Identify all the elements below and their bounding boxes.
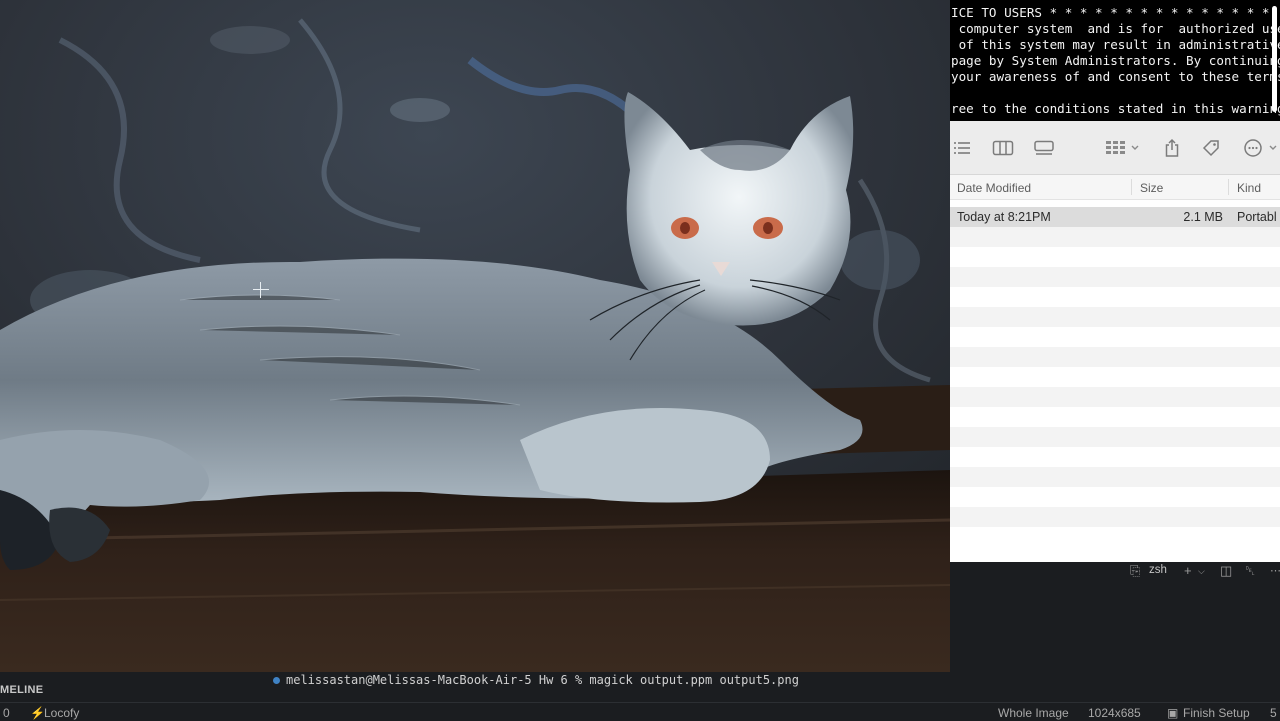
share-icon[interactable] (1162, 138, 1182, 158)
empty-row (950, 447, 1280, 467)
empty-row (950, 227, 1280, 247)
image-dimensions: 1024x685 (1088, 706, 1141, 720)
empty-row (950, 287, 1280, 307)
status-item-cutoff[interactable]: 5 (1270, 706, 1277, 720)
gallery-view-icon[interactable] (1033, 138, 1055, 158)
notice-line: page by System Administrators. By contin… (951, 53, 1280, 68)
empty-row (950, 347, 1280, 367)
empty-row (950, 387, 1280, 407)
column-view-icon[interactable] (992, 138, 1014, 158)
notice-line: ICE TO USERS * * * * * * * * * * * * * *… (951, 5, 1270, 20)
empty-row (950, 507, 1280, 527)
empty-row (950, 427, 1280, 447)
terminal-icon: ⎘ (1130, 563, 1141, 578)
empty-row (950, 247, 1280, 267)
empty-row (950, 407, 1280, 427)
empty-row (950, 527, 1280, 547)
finder-window: Date Modified Size Kind Today at 8:21PM … (950, 121, 1280, 562)
notice-line: your awareness of and consent to these t… (951, 69, 1280, 84)
file-kind: Portabl (1237, 210, 1277, 224)
empty-row (950, 327, 1280, 347)
column-header: Date Modified Size Kind (950, 175, 1280, 200)
column-size[interactable]: Size (1140, 181, 1163, 195)
list-view-icon[interactable] (952, 138, 972, 158)
empty-row (950, 267, 1280, 287)
scrollbar[interactable] (1272, 6, 1277, 112)
group-icon[interactable] (1105, 138, 1141, 158)
more-icon[interactable] (1243, 138, 1279, 158)
zoom-mode[interactable]: Whole Image (998, 706, 1069, 720)
column-date-modified[interactable]: Date Modified (957, 181, 1031, 195)
terminal-tab-label[interactable]: zsh (1149, 564, 1167, 576)
empty-row (950, 367, 1280, 387)
notice-line: of this system may result in administrat… (951, 37, 1280, 52)
empty-row (950, 467, 1280, 487)
chevron-down-icon[interactable]: ⌵ (1198, 566, 1205, 577)
inverted-cat-image (0, 0, 950, 672)
column-kind[interactable]: Kind (1237, 181, 1261, 195)
file-list: Today at 8:21PM 2.1 MB Portabl (950, 207, 1280, 547)
empty-row (950, 307, 1280, 327)
setup-icon: ▣ (1167, 706, 1179, 720)
sidebar-timeline-section[interactable]: MELINE (0, 684, 270, 700)
more-actions-icon[interactable]: ⋯ (1270, 564, 1280, 577)
terminal-command: melissastan@Melissas-MacBook-Air-5 Hw 6 … (286, 673, 799, 687)
file-row[interactable]: Today at 8:21PM 2.1 MB Portabl (950, 207, 1280, 227)
terminal-tab-bar: ⎘ zsh + ⌵ ◫ ␡ ⋯ (950, 562, 1280, 580)
image-viewer[interactable] (0, 0, 950, 672)
locofy-extension[interactable]: Locofy (44, 706, 79, 720)
login-notice-terminal[interactable]: ICE TO USERS * * * * * * * * * * * * * *… (950, 0, 1280, 121)
lightning-icon: ⚡ (30, 706, 45, 720)
add-terminal-icon[interactable]: + (1184, 563, 1192, 578)
notice-line: computer system and is for authorized us… (951, 21, 1280, 36)
timeline-label: MELINE (0, 684, 44, 696)
empty-row (950, 487, 1280, 507)
notice-line: ree to the conditions stated in this war… (951, 101, 1280, 116)
command-status-dot-icon (273, 677, 280, 684)
file-date: Today at 8:21PM (957, 210, 1051, 224)
terminal-prompt-line[interactable]: melissastan@Melissas-MacBook-Air-5 Hw 6 … (270, 672, 950, 690)
trash-icon[interactable]: ␡ (1245, 563, 1255, 579)
file-size: 2.1 MB (1183, 210, 1223, 224)
status-bar: 0 ⚡ Locofy Whole Image 1024x685 ▣ Finish… (0, 702, 1280, 721)
split-terminal-icon[interactable]: ◫ (1220, 563, 1232, 579)
crosshair-cursor-icon (253, 282, 269, 298)
finder-toolbar (950, 121, 1280, 175)
finish-setup-button[interactable]: Finish Setup (1183, 706, 1250, 720)
problems-count[interactable]: 0 (3, 706, 10, 720)
tag-icon[interactable] (1201, 138, 1221, 158)
